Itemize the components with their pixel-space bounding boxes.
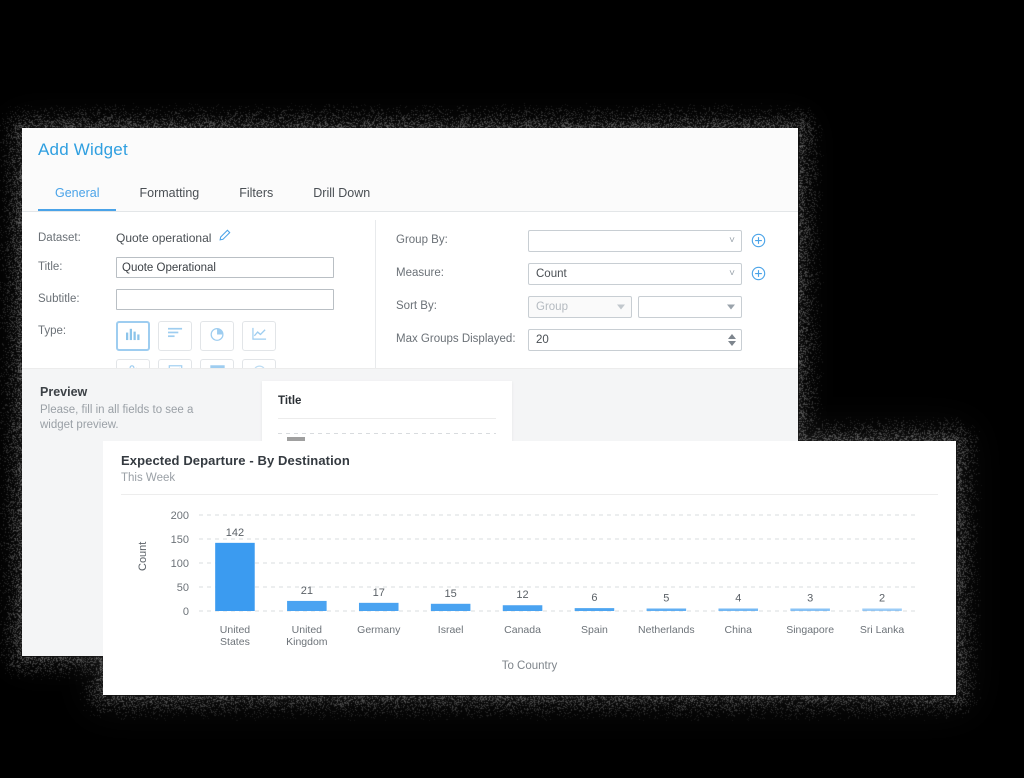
group-by-label: Group By: — [396, 230, 528, 246]
type-line-chart-button[interactable] — [242, 321, 276, 351]
group-by-row: Group By: ˅ — [396, 230, 786, 252]
subtitle-row: Subtitle: — [38, 289, 368, 310]
type-pie-chart-button[interactable] — [200, 321, 234, 351]
sort-by-field-select[interactable]: Group — [528, 296, 632, 318]
svg-text:2: 2 — [879, 593, 885, 605]
type-column-chart-button[interactable] — [116, 321, 150, 351]
stepper-arrows-icon[interactable] — [728, 334, 736, 346]
svg-text:100: 100 — [171, 558, 189, 570]
svg-text:Netherlands: Netherlands — [638, 624, 695, 636]
caret-down-icon — [617, 305, 625, 310]
measure-value: Count — [536, 268, 567, 280]
chart-divider — [121, 494, 938, 495]
svg-text:States: States — [220, 636, 250, 648]
measure-select[interactable]: Count ˅ — [528, 263, 742, 285]
chart-svg: 050100150200142UnitedStates21UnitedKingd… — [121, 499, 938, 651]
svg-text:3: 3 — [807, 593, 813, 605]
svg-text:5: 5 — [663, 593, 669, 605]
svg-text:6: 6 — [591, 592, 597, 604]
svg-text:Canada: Canada — [504, 624, 541, 636]
svg-text:Germany: Germany — [357, 624, 401, 636]
title-row: Title: — [38, 257, 368, 278]
chart-plot-area: Count 050100150200142UnitedStates21Unite… — [121, 499, 938, 674]
chart-title: Expected Departure - By Destination — [121, 453, 938, 468]
sort-direction-select[interactable] — [638, 296, 742, 318]
preview-message: Please, fill in all fields to see a widg… — [40, 403, 200, 433]
svg-text:Israel: Israel — [438, 624, 464, 636]
column-chart-icon — [125, 326, 142, 346]
group-by-select[interactable]: ˅ — [528, 230, 742, 252]
svg-text:21: 21 — [301, 585, 313, 597]
type-bar-chart-button[interactable] — [158, 321, 192, 351]
chevron-down-icon: ˅ — [729, 269, 735, 279]
dataset-value: Quote operational — [116, 228, 211, 245]
chevron-down-icon: ˅ — [729, 236, 735, 246]
svg-text:United: United — [220, 624, 251, 636]
preview-dashed-gridline — [278, 433, 496, 434]
page-title: Add Widget — [38, 140, 798, 160]
screen: Add Widget General Formatting Filters Dr… — [0, 0, 1024, 778]
svg-text:200: 200 — [171, 510, 189, 522]
tab-bar: General Formatting Filters Drill Down — [22, 182, 798, 212]
add-group-by-button[interactable] — [751, 233, 766, 248]
line-chart-icon — [251, 326, 268, 346]
svg-text:50: 50 — [177, 582, 189, 594]
subtitle-label: Subtitle: — [38, 289, 116, 305]
dialog-header: Add Widget — [22, 128, 798, 182]
chart-subtitle: This Week — [121, 472, 938, 484]
svg-text:Kingdom: Kingdom — [286, 636, 328, 648]
measure-label: Measure: — [396, 263, 528, 279]
dataset-label: Dataset: — [38, 228, 116, 244]
sort-by-label: Sort By: — [396, 296, 528, 312]
add-measure-button[interactable] — [751, 266, 766, 281]
svg-text:China: China — [725, 624, 753, 636]
preview-divider — [278, 418, 496, 419]
bar-chart-icon — [167, 326, 184, 346]
chart-x-axis-label: To Country — [121, 660, 938, 672]
caret-down-icon — [727, 305, 735, 310]
max-groups-row: Max Groups Displayed: 20 — [396, 329, 786, 351]
subtitle-input[interactable] — [116, 289, 334, 310]
title-input[interactable] — [116, 257, 334, 278]
sort-by-row: Sort By: Group — [396, 296, 786, 318]
svg-text:150: 150 — [171, 534, 189, 546]
svg-text:142: 142 — [226, 527, 244, 539]
svg-text:15: 15 — [445, 588, 457, 600]
dataset-row: Dataset: Quote operational — [38, 228, 368, 246]
svg-text:Spain: Spain — [581, 624, 608, 636]
chart-panel: Expected Departure - By Destination This… — [103, 441, 956, 695]
tab-filters[interactable]: Filters — [222, 182, 290, 211]
svg-text:0: 0 — [183, 606, 189, 618]
pie-chart-icon — [209, 326, 226, 347]
svg-text:Sri Lanka: Sri Lanka — [860, 624, 905, 636]
measure-row: Measure: Count ˅ — [396, 263, 786, 285]
svg-text:12: 12 — [516, 589, 528, 601]
svg-text:4: 4 — [735, 593, 741, 605]
tab-formatting[interactable]: Formatting — [122, 182, 216, 211]
svg-text:United: United — [292, 624, 323, 636]
max-groups-stepper[interactable]: 20 — [528, 329, 742, 351]
preview-card-title: Title — [278, 395, 496, 407]
max-groups-label: Max Groups Displayed: — [396, 329, 528, 345]
title-label: Title: — [38, 257, 116, 273]
svg-text:17: 17 — [373, 587, 385, 599]
tab-drill-down[interactable]: Drill Down — [296, 182, 387, 211]
pencil-icon[interactable] — [218, 229, 231, 247]
svg-text:Singapore: Singapore — [786, 624, 834, 636]
sort-by-value: Group — [536, 301, 568, 313]
type-label: Type: — [38, 321, 116, 337]
max-groups-value: 20 — [536, 334, 549, 346]
tab-general[interactable]: General — [38, 182, 116, 211]
form-right-column: Group By: ˅ Measure: Co — [396, 230, 786, 362]
